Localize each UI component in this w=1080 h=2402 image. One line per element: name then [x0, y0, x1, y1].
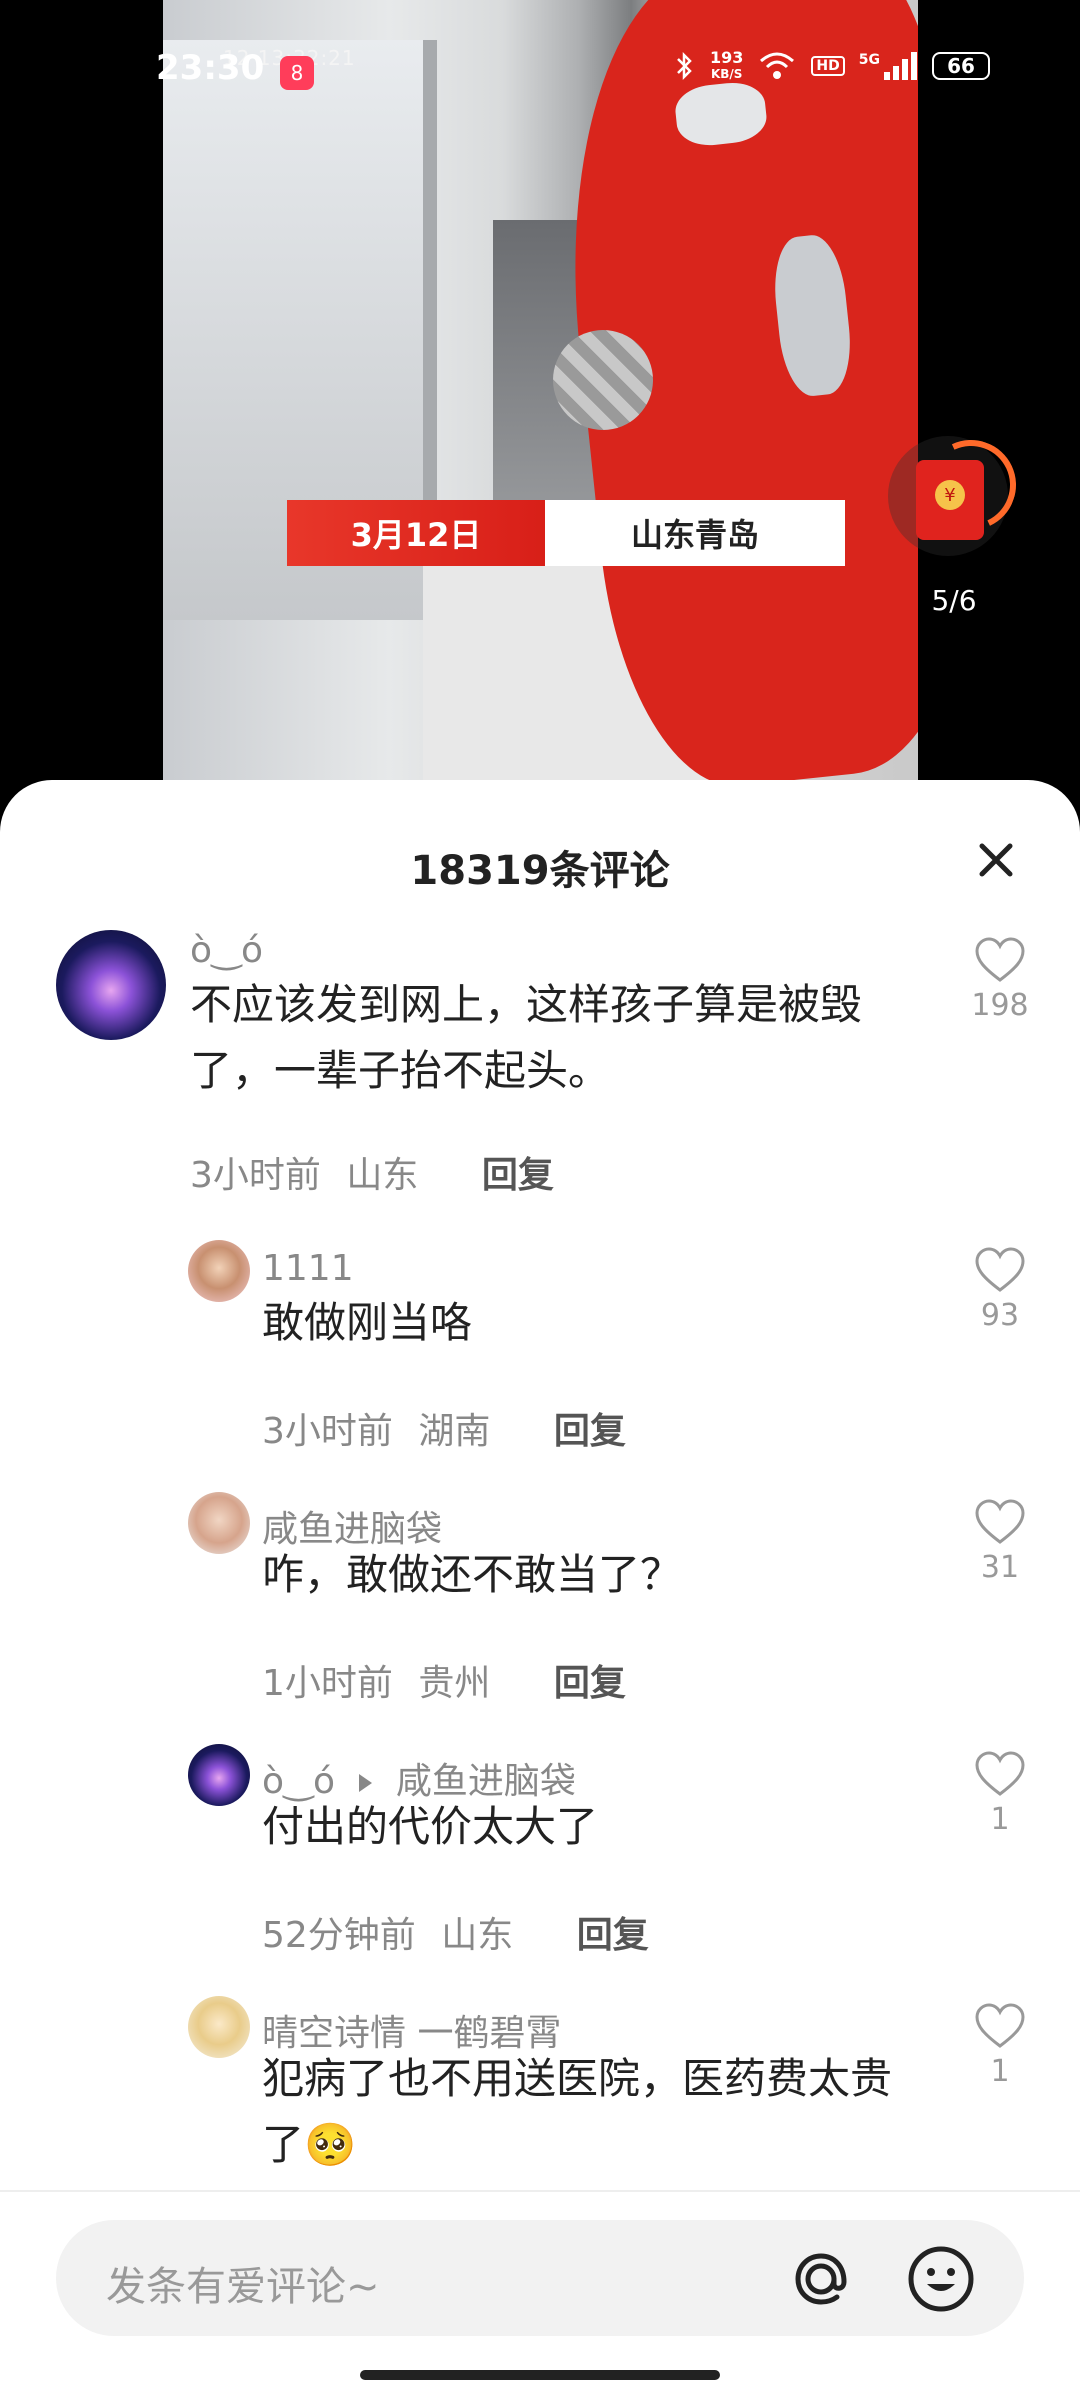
comments-count-title: 18319条评论: [410, 848, 670, 894]
like-count: 1: [990, 2054, 1010, 2089]
close-icon[interactable]: [968, 832, 1024, 888]
comment-time: 1小时前: [262, 1663, 393, 1704]
avatar[interactable]: [56, 930, 166, 1040]
comment-text: 敢做刚当咯: [262, 1298, 473, 1347]
comment-meta: 1小时前 贵州 回复: [262, 1654, 626, 1706]
status-bar: 23:30 8 193 KB/S HD 5G 66: [0, 44, 1080, 94]
net-speed-unit: KB/S: [710, 67, 743, 81]
reply-arrow-icon: [359, 1774, 373, 1792]
comment-text: 犯病了也不用送医院，医药费太贵了🥺: [262, 2054, 893, 2169]
gesture-nav-bar[interactable]: [360, 2370, 720, 2380]
like-count: 1: [990, 1802, 1010, 1837]
heart-icon: [975, 1751, 1025, 1796]
like-button[interactable]: 1: [968, 2002, 1032, 2089]
signal-icon: [884, 52, 917, 80]
red-packet-progress: 5/6: [931, 584, 977, 617]
comment-text: 不应该发到网上，这样孩子算是被毁了，一辈子抬不起头。: [190, 980, 863, 1095]
avatar[interactable]: [188, 1240, 250, 1302]
like-button[interactable]: 1: [968, 1750, 1032, 1837]
comment-time: 3小时前: [262, 1411, 393, 1452]
comment-location: 山东: [346, 1155, 419, 1196]
comment-username[interactable]: ò‿ó: [190, 930, 263, 971]
reply-button[interactable]: 回复: [577, 1915, 649, 1956]
video-frame[interactable]: 12 13:32:21: [163, 0, 918, 790]
comment-location: 贵州: [418, 1663, 491, 1704]
heart-icon: [975, 1499, 1025, 1544]
net-speed: 193 KB/S: [710, 50, 743, 82]
comment-location: 山东: [441, 1915, 514, 1956]
network-type: 5G: [858, 52, 880, 68]
comment-input-placeholder: 发条有爱评论~: [106, 2264, 380, 2310]
emoji-icon[interactable]: [906, 2244, 976, 2314]
comments-sheet: 18319条评论 ò‿ó 不应该发到网上，这样孩子算是被毁了，一辈子抬不起头。 …: [0, 780, 1080, 2400]
comment-text: 付出的代价太大了: [262, 1802, 599, 1851]
comment-input-bar: 发条有爱评论~: [0, 2190, 1080, 2402]
comment-username[interactable]: 1111: [262, 1248, 354, 1289]
like-count: 93: [980, 1298, 1020, 1333]
comment-time: 52分钟前: [262, 1915, 416, 1956]
bluetooth-icon: [677, 51, 692, 81]
video-mosaic-blur: [553, 330, 653, 430]
comment-time: 3小时前: [190, 1155, 321, 1196]
like-button[interactable]: 198: [968, 936, 1032, 1023]
red-packet-button[interactable]: ¥: [888, 427, 1029, 566]
place-label: 山东青岛: [545, 500, 845, 566]
comment-meta: 3小时前 湖南 回复: [262, 1402, 626, 1454]
signal-indicator: 5G: [859, 52, 918, 80]
avatar[interactable]: [188, 1996, 250, 2058]
app-badge-text: 8: [290, 61, 304, 85]
status-time: 23:30: [156, 48, 265, 88]
video-caption-band: 3月12日 山东青岛: [287, 500, 845, 566]
like-button[interactable]: 31: [968, 1498, 1032, 1585]
avatar[interactable]: [188, 1744, 250, 1806]
net-speed-value: 193: [710, 48, 744, 67]
heart-icon: [975, 2003, 1025, 2048]
heart-icon: [975, 1247, 1025, 1292]
like-count: 31: [980, 1550, 1020, 1585]
heart-icon: [975, 937, 1025, 982]
at-icon[interactable]: [786, 2244, 856, 2314]
like-count: 198: [971, 988, 1029, 1023]
battery-level: 66: [947, 54, 975, 78]
comment-location: 湖南: [418, 1411, 491, 1452]
comment-input[interactable]: 发条有爱评论~: [56, 2220, 1024, 2336]
comment-meta: 52分钟前 山东 回复: [262, 1906, 649, 1958]
app-notification-icon: 8: [280, 56, 314, 90]
comment-text: 咋，敢做还不敢当了？: [262, 1550, 683, 1599]
reply-button[interactable]: 回复: [554, 1663, 626, 1704]
hd-badge: HD: [811, 56, 845, 76]
wifi-icon: [760, 52, 795, 79]
date-label: 3月12日: [287, 500, 545, 566]
reply-button[interactable]: 回复: [554, 1411, 626, 1452]
avatar[interactable]: [188, 1492, 250, 1554]
reply-button[interactable]: 回复: [482, 1155, 554, 1196]
like-button[interactable]: 93: [968, 1246, 1032, 1333]
video-player[interactable]: 12 13:32:21 3月12日 山东青岛: [0, 0, 1080, 790]
battery-icon: 66: [932, 52, 990, 80]
comment-meta: 3小时前 山东 回复: [190, 1146, 554, 1198]
status-icons: 193 KB/S HD 5G 66: [674, 50, 990, 82]
